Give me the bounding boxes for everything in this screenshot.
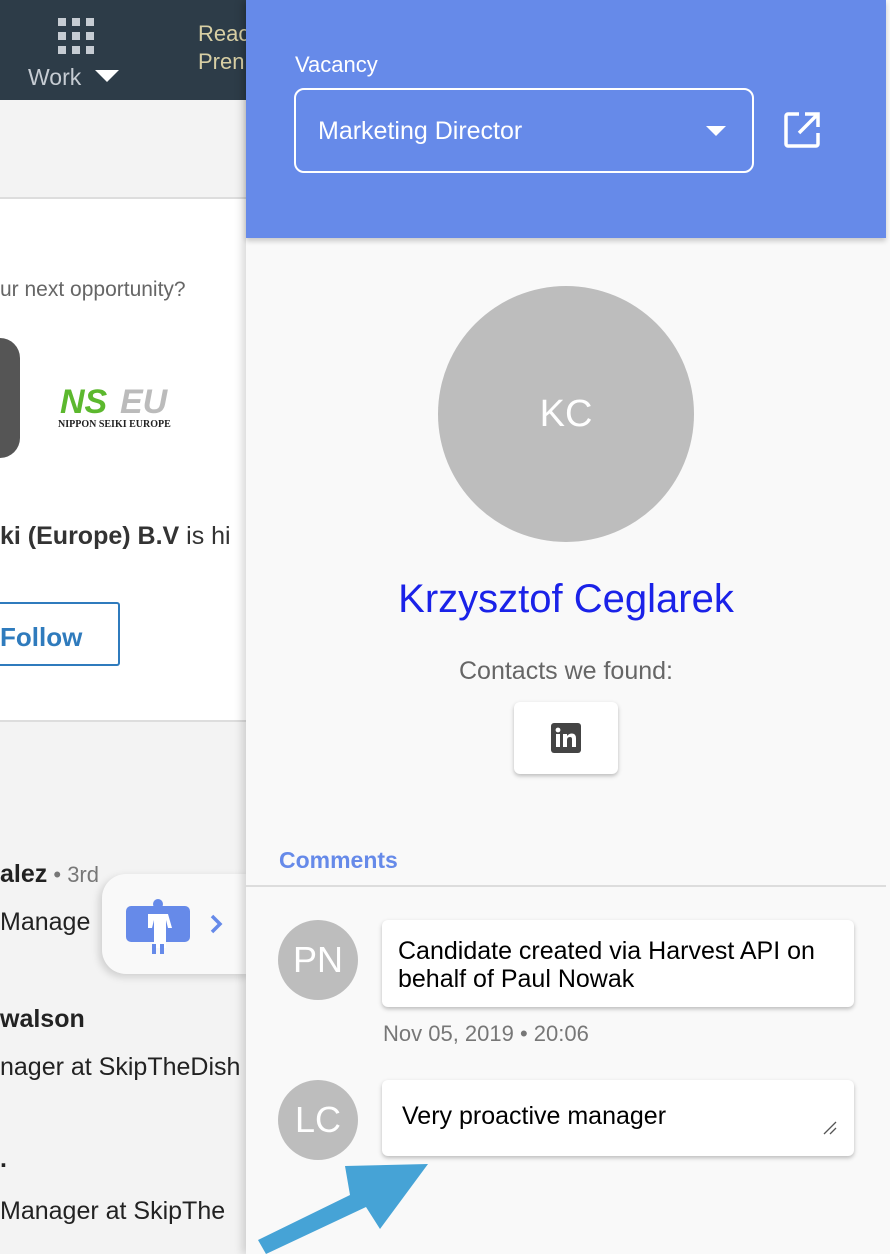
candidate-name[interactable]: Krzysztof Ceglarek <box>246 577 886 622</box>
comment-date: Nov 05, 2019 • 20:06 <box>383 1021 589 1046</box>
person-title: Manager at SkipThe <box>0 1197 226 1225</box>
linkedin-nav: Work Reac Pren <box>0 0 250 100</box>
comment-avatar: LC <box>278 1080 358 1160</box>
person-title: nager at SkipTheDish <box>0 1053 241 1081</box>
vacancy-select[interactable]: Marketing Director <box>294 88 754 173</box>
svg-text:EU: EU <box>120 385 169 421</box>
caret-down-icon[interactable] <box>95 70 119 82</box>
comments-title: Comments <box>279 847 398 873</box>
company-logo: NS EU NIPPON SEIKI EUROPE <box>58 383 200 434</box>
hiring-text: is hi <box>179 522 231 550</box>
premium-link[interactable]: Reac Pren <box>198 20 249 76</box>
vacancy-label: Vacancy <box>295 52 378 77</box>
profile-photo <box>0 338 20 458</box>
person-title: Manage <box>0 908 91 936</box>
comment-input[interactable]: Very proactive manager <box>382 1080 854 1156</box>
comment-text: Candidate created via Harvest API on beh… <box>382 920 854 1007</box>
chevron-right-icon <box>210 914 223 934</box>
comment-avatar: PN <box>278 920 358 1000</box>
candidate-avatar: KC <box>438 286 694 542</box>
resize-handle-icon[interactable] <box>822 1120 838 1136</box>
annotation-arrow-icon <box>258 1164 428 1254</box>
svg-text:NS: NS <box>60 385 108 421</box>
divider <box>246 885 886 887</box>
opportunity-text: ur next opportunity? <box>0 278 186 301</box>
person-row[interactable]: alez • 3rd <box>0 860 99 889</box>
connection-degree: • 3rd <box>47 862 99 887</box>
open-external-icon[interactable] <box>783 111 821 149</box>
recruiter-panel: Vacancy Marketing Director KC Krzysztof … <box>246 0 890 1254</box>
extension-toggle-tab[interactable] <box>102 874 252 974</box>
person-name[interactable]: alez <box>0 860 47 888</box>
linkedin-icon <box>551 723 581 753</box>
apps-grid-icon[interactable] <box>58 18 94 54</box>
developer-icon <box>126 899 223 954</box>
contacts-label: Contacts we found: <box>458 657 673 685</box>
company-hiring-text: ki (Europe) B.V is hi <box>0 522 231 551</box>
svg-text:NIPPON SEIKI EUROPE: NIPPON SEIKI EUROPE <box>58 419 171 429</box>
person-name[interactable]: . <box>0 1145 7 1174</box>
company-name[interactable]: ki (Europe) B.V <box>0 522 179 550</box>
person-name[interactable]: walson <box>0 1005 85 1034</box>
work-menu[interactable]: Work <box>28 64 81 91</box>
vacancy-value: Marketing Director <box>318 117 523 145</box>
follow-button[interactable]: Follow <box>0 602 120 666</box>
comment-input-text: Very proactive manager <box>402 1102 667 1130</box>
dropdown-arrow-icon <box>706 126 726 136</box>
linkedin-contact-button[interactable] <box>514 702 618 774</box>
panel-header: Vacancy Marketing Director <box>246 0 886 238</box>
